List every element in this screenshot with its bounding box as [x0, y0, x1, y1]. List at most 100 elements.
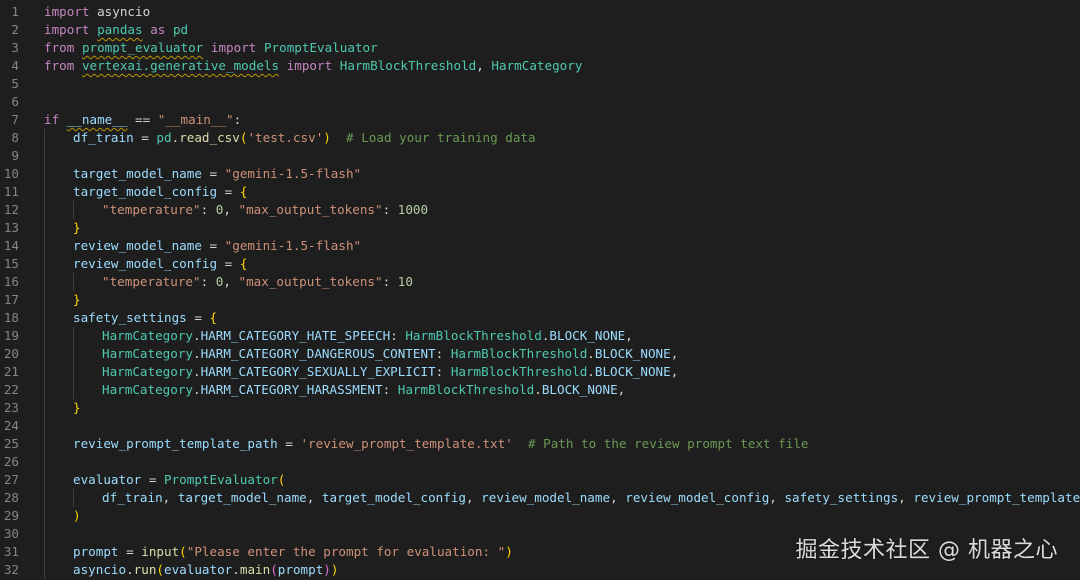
code-line[interactable]: 2 import pandas as pd [0, 21, 1080, 39]
code-line[interactable]: 26 [0, 453, 1080, 471]
line-number: 28 [3, 490, 19, 505]
code-token: , [223, 274, 239, 289]
code-token: ) [505, 544, 513, 559]
code-line[interactable]: 17} [0, 291, 1080, 309]
code-line[interactable]: 23} [0, 399, 1080, 417]
indent-guide [44, 147, 45, 165]
line-number: 25 [3, 436, 19, 451]
code-token: = [201, 166, 225, 181]
code-token: . [193, 328, 201, 343]
code-token: : [382, 382, 398, 397]
indent-guide [44, 417, 45, 435]
code-token: } [73, 292, 81, 307]
code-token: df_train [73, 130, 134, 145]
code-token: : [382, 274, 398, 289]
code-token: HarmBlockThreshold [339, 58, 477, 73]
code-token: = [201, 238, 225, 253]
code-text: import pandas as pd [44, 21, 188, 39]
code-line[interactable]: 22 HarmCategory.HARM_CATEGORY_HARASSMENT:… [0, 381, 1080, 399]
code-token: ( [277, 472, 286, 487]
code-token: . [193, 382, 201, 397]
indent-guide [44, 201, 45, 219]
code-token: HarmCategory [491, 58, 583, 73]
code-text: target_model_config = { [73, 183, 247, 201]
code-token: { [239, 184, 248, 199]
code-text: import asyncio [44, 3, 150, 21]
code-line[interactable]: 28 df_train, target_model_name, target_mo… [0, 489, 1080, 507]
line-number: 22 [3, 382, 19, 397]
code-token: "max_output_tokens" [238, 274, 383, 289]
code-token: pandas [97, 22, 143, 37]
code-line[interactable]: 24 [0, 417, 1080, 435]
indent-guide [44, 399, 45, 417]
code-text: } [73, 399, 81, 417]
code-line[interactable]: 16 "temperature": 0, "max_output_tokens":… [0, 273, 1080, 291]
code-token: input [141, 544, 180, 559]
code-token: vertexai.generative_models [81, 58, 280, 73]
code-line[interactable]: 11 target_model_config = { [0, 183, 1080, 201]
line-number: 9 [11, 148, 19, 163]
indent-guide [44, 129, 45, 147]
code-line[interactable]: 21 HarmCategory.HARM_CATEGORY_SEXUALLY_EX… [0, 363, 1080, 381]
code-token: ( [179, 544, 187, 559]
code-line[interactable]: 25 review_prompt_template_path = 'review_… [0, 435, 1080, 453]
code-token: "__main__" [157, 112, 234, 127]
code-token: 'review_prompt_template.txt' [300, 436, 513, 451]
code-line[interactable]: 4 from vertexai.generative_models import … [0, 57, 1080, 75]
code-line[interactable]: 19 HarmCategory.HARM_CATEGORY_HATE_SPEECH… [0, 327, 1080, 345]
code-token: BLOCK_NONE [594, 364, 671, 379]
code-line[interactable]: 27 evaluator = PromptEvaluator( [0, 471, 1080, 489]
code-token: HarmBlockThreshold [450, 346, 588, 361]
code-line[interactable]: 7 if __name__ == "__main__": [0, 111, 1080, 129]
code-token: : [390, 328, 406, 343]
code-line[interactable]: 29) [0, 507, 1080, 525]
code-line[interactable]: 6 [0, 93, 1080, 111]
code-token: , [625, 328, 633, 343]
code-token: { [209, 310, 218, 325]
code-token: prompt [73, 544, 119, 559]
code-text: review_model_config = { [73, 255, 247, 273]
code-text: "temperature": 0, "max_output_tokens": 1… [102, 201, 428, 219]
code-token: , [223, 202, 239, 217]
code-line[interactable]: 3 from prompt_evaluator import PromptEval… [0, 39, 1080, 57]
code-line[interactable]: 10 target_model_name = "gemini-1.5-flash" [0, 165, 1080, 183]
code-line[interactable]: 1 import asyncio [0, 3, 1080, 21]
code-token: . [193, 364, 201, 379]
code-token: = [277, 436, 301, 451]
code-line[interactable]: 12 "temperature": 0, "max_output_tokens":… [0, 201, 1080, 219]
code-line[interactable]: 20 HarmCategory.HARM_CATEGORY_DANGEROUS_C… [0, 345, 1080, 363]
code-token: : [233, 112, 242, 127]
line-number: 29 [3, 508, 19, 523]
code-token: 1000 [397, 202, 429, 217]
indent-guide [44, 561, 45, 579]
code-line[interactable]: 15 review_model_config = { [0, 255, 1080, 273]
code-line[interactable]: 8 df_train = pd.read_csv('test.csv') # Lo… [0, 129, 1080, 147]
code-token: . [126, 562, 134, 577]
code-token: from [44, 58, 75, 73]
code-line[interactable]: 5 [0, 75, 1080, 93]
code-line[interactable]: 9 [0, 147, 1080, 165]
code-token: 10 [397, 274, 413, 289]
code-token: review_model_name [481, 490, 611, 505]
code-line[interactable]: 13} [0, 219, 1080, 237]
code-token: , [898, 490, 914, 505]
code-editor[interactable]: 1 import asyncio 2 import pandas as pd 3 from… [0, 3, 1080, 579]
code-text: df_train, target_model_name, target_mode… [102, 489, 1080, 507]
code-token: HARM_CATEGORY_HATE_SPEECH [200, 328, 391, 343]
code-token: : [382, 202, 398, 217]
code-token: , [476, 58, 492, 73]
code-token: read_csv [179, 130, 240, 145]
code-text: target_model_name = "gemini-1.5-flash" [73, 165, 361, 183]
line-number: 13 [3, 220, 19, 235]
code-line[interactable]: 18 safety_settings = { [0, 309, 1080, 327]
indent-guide [44, 345, 45, 363]
code-token: "gemini-1.5-flash" [224, 166, 362, 181]
code-token: : [435, 346, 451, 361]
indent-guide [44, 237, 45, 255]
code-line[interactable]: 14 review_model_name = "gemini-1.5-flash" [0, 237, 1080, 255]
code-token: , [769, 490, 785, 505]
